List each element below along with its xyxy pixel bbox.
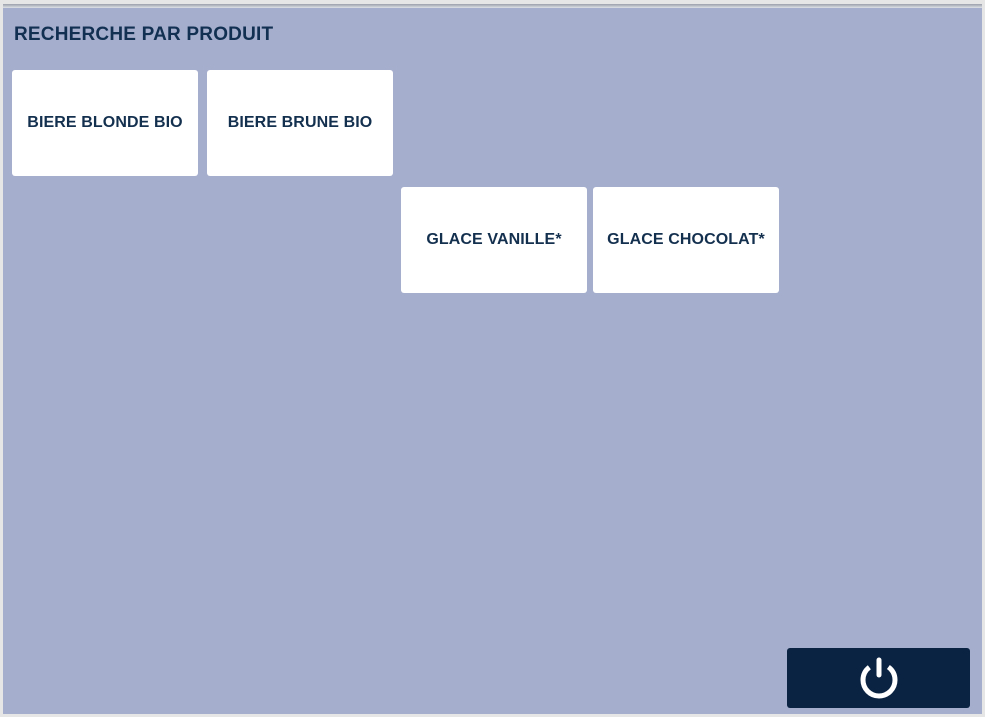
window-top-strip [3,4,982,8]
product-button-biere-blonde-bio[interactable]: BIERE BLONDE BIO [12,70,198,176]
power-icon [857,656,901,700]
product-button-glace-chocolat[interactable]: GLACE CHOCOLAT* [593,187,779,293]
product-button-biere-brune-bio[interactable]: BIERE BRUNE BIO [207,70,393,176]
app-window: RECHERCHE PAR PRODUIT BIERE BLONDE BIO B… [0,0,985,717]
product-button-glace-vanille[interactable]: GLACE VANILLE* [401,187,587,293]
page-title: RECHERCHE PAR PRODUIT [14,24,274,45]
product-label: BIERE BLONDE BIO [27,114,183,131]
product-label: BIERE BRUNE BIO [227,114,373,131]
product-label: GLACE CHOCOLAT* [607,231,765,248]
power-button[interactable] [787,648,970,708]
product-label: GLACE VANILLE* [426,231,562,248]
